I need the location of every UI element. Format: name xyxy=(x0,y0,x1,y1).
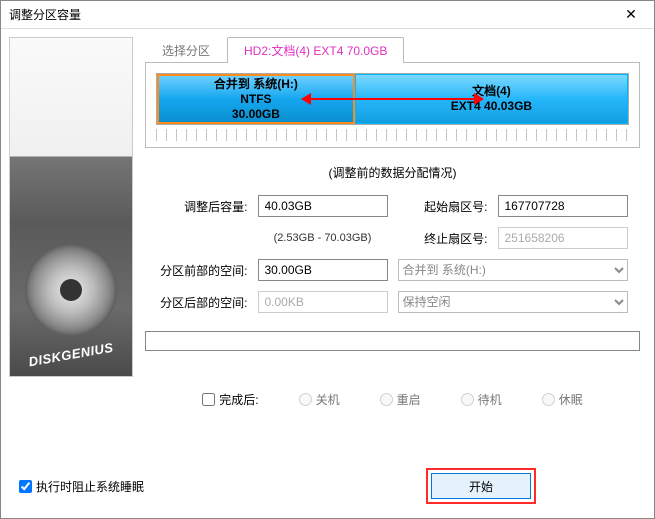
back-space-select[interactable]: 保持空闲 xyxy=(398,291,628,313)
front-space-input[interactable] xyxy=(258,259,388,281)
window-title: 调整分区容量 xyxy=(9,6,616,23)
after-complete-check-input[interactable] xyxy=(202,393,215,406)
radio-standby[interactable]: 待机 xyxy=(461,391,502,408)
radio-hibernate[interactable]: 休眠 xyxy=(542,391,583,408)
partition-diagram-group: 合并到 系统(H:) NTFS 30.00GB 文档(4) EXT4 40.03… xyxy=(145,63,640,148)
after-complete-checkbox[interactable]: 完成后: xyxy=(202,391,258,408)
partition-diagram[interactable]: 合并到 系统(H:) NTFS 30.00GB 文档(4) EXT4 40.03… xyxy=(156,73,629,125)
close-icon[interactable]: ✕ xyxy=(616,4,646,26)
diagram-ruler xyxy=(156,129,629,141)
start-button[interactable]: 开始 xyxy=(431,473,531,499)
footer: 执行时阻止系统睡眠 开始 xyxy=(1,468,654,504)
radio-reboot[interactable]: 重启 xyxy=(380,391,421,408)
after-complete-row: 完成后: 关机 重启 待机 休眠 xyxy=(145,391,640,408)
front-space-select[interactable]: 合并到 系统(H:) xyxy=(398,259,628,281)
tab-choose-partition[interactable]: 选择分区 xyxy=(145,37,227,63)
sidebar: DISKGENIUS xyxy=(1,29,141,518)
prevent-sleep-checkbox[interactable]: 执行时阻止系统睡眠 xyxy=(19,478,144,495)
merge-block-title: 合并到 系统(H:) xyxy=(214,77,298,92)
merge-block-fs: NTFS xyxy=(240,92,271,107)
main-panel: 选择分区 HD2:文档(4) EXT4 70.0GB 合并到 系统(H:) NT… xyxy=(141,29,654,518)
resize-form: 调整后容量: 起始扇区号: (2.53GB - 70.03GB) 终止扇区号: … xyxy=(145,195,640,313)
start-sector-input[interactable] xyxy=(498,195,628,217)
merge-block-size: 30.00GB xyxy=(232,107,280,122)
diagram-caption: (调整前的数据分配情况) xyxy=(145,164,640,181)
size-after-label: 调整后容量: xyxy=(158,198,248,215)
end-sector-input xyxy=(498,227,628,249)
start-sector-label: 起始扇区号: xyxy=(398,198,488,215)
front-space-label: 分区前部的空间: xyxy=(158,262,248,279)
disk-illustration: DISKGENIUS xyxy=(9,37,133,377)
start-button-highlight: 开始 xyxy=(426,468,536,504)
prevent-sleep-input[interactable] xyxy=(19,480,32,493)
brand-text: DISKGENIUS xyxy=(27,340,114,370)
prevent-sleep-label: 执行时阻止系统睡眠 xyxy=(36,478,144,495)
after-complete-label: 完成后: xyxy=(219,391,258,408)
end-sector-label: 终止扇区号: xyxy=(398,230,488,247)
back-space-input xyxy=(258,291,388,313)
target-block-size: EXT4 40.03GB xyxy=(451,99,532,114)
tabs: 选择分区 HD2:文档(4) EXT4 70.0GB xyxy=(145,37,640,63)
size-range-hint: (2.53GB - 70.03GB) xyxy=(258,232,388,244)
titlebar: 调整分区容量 ✕ xyxy=(1,1,654,29)
resize-arrow-icon xyxy=(303,98,482,100)
radio-shutdown[interactable]: 关机 xyxy=(299,391,340,408)
back-space-label: 分区后部的空间: xyxy=(158,294,248,311)
progress-bar xyxy=(145,331,640,351)
tab-selected-partition[interactable]: HD2:文档(4) EXT4 70.0GB xyxy=(227,37,404,63)
size-after-input[interactable] xyxy=(258,195,388,217)
